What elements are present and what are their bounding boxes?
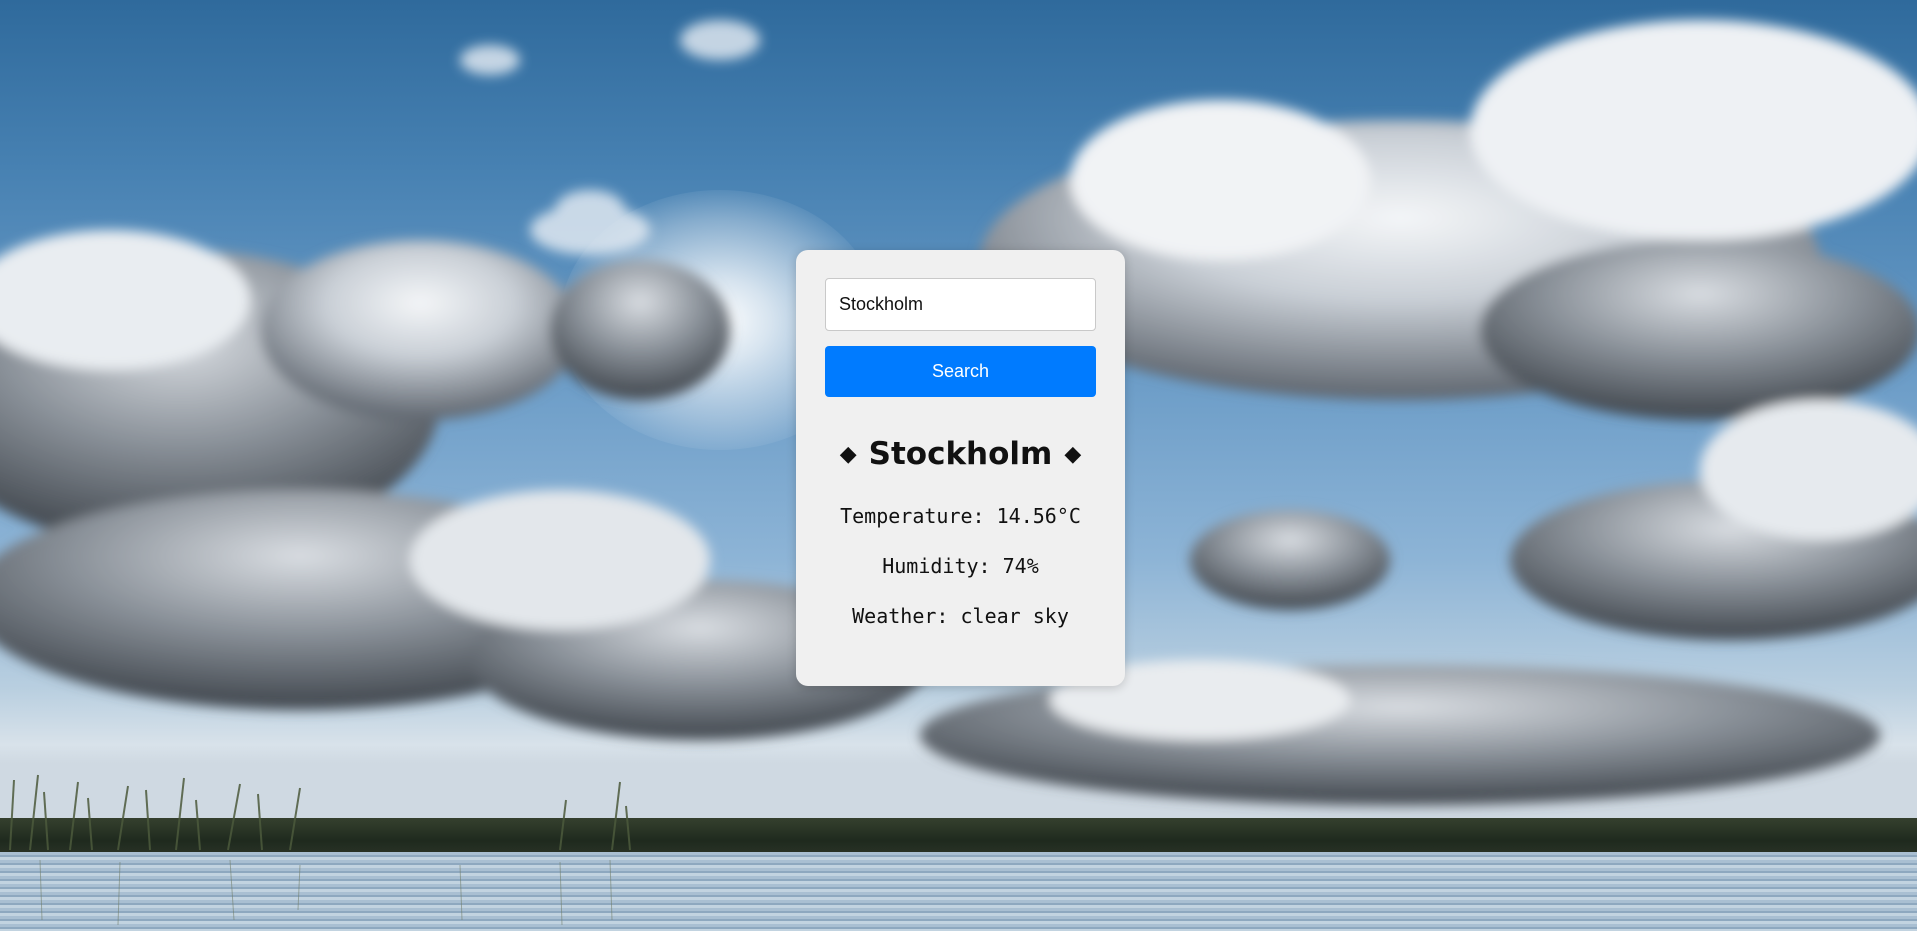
humidity-text: Humidity: 74%: [882, 554, 1039, 578]
search-button[interactable]: Search: [825, 346, 1096, 397]
weather-card: Search ◆Stockholm◆ Temperature: 14.56°C …: [796, 250, 1125, 686]
reeds-graphic: [9, 774, 631, 926]
temperature-text: Temperature: 14.56°C: [840, 504, 1081, 528]
city-heading: ◆ Stockholm ◆: [825, 435, 1096, 474]
diamond-right-icon: ◆: [1064, 442, 1082, 467]
weather-description-text: Weather: clear sky: [852, 604, 1069, 628]
city-search-input[interactable]: [825, 278, 1096, 331]
diamond-left-icon: ◆: [839, 442, 857, 467]
city-name: Stockholm: [868, 436, 1053, 472]
